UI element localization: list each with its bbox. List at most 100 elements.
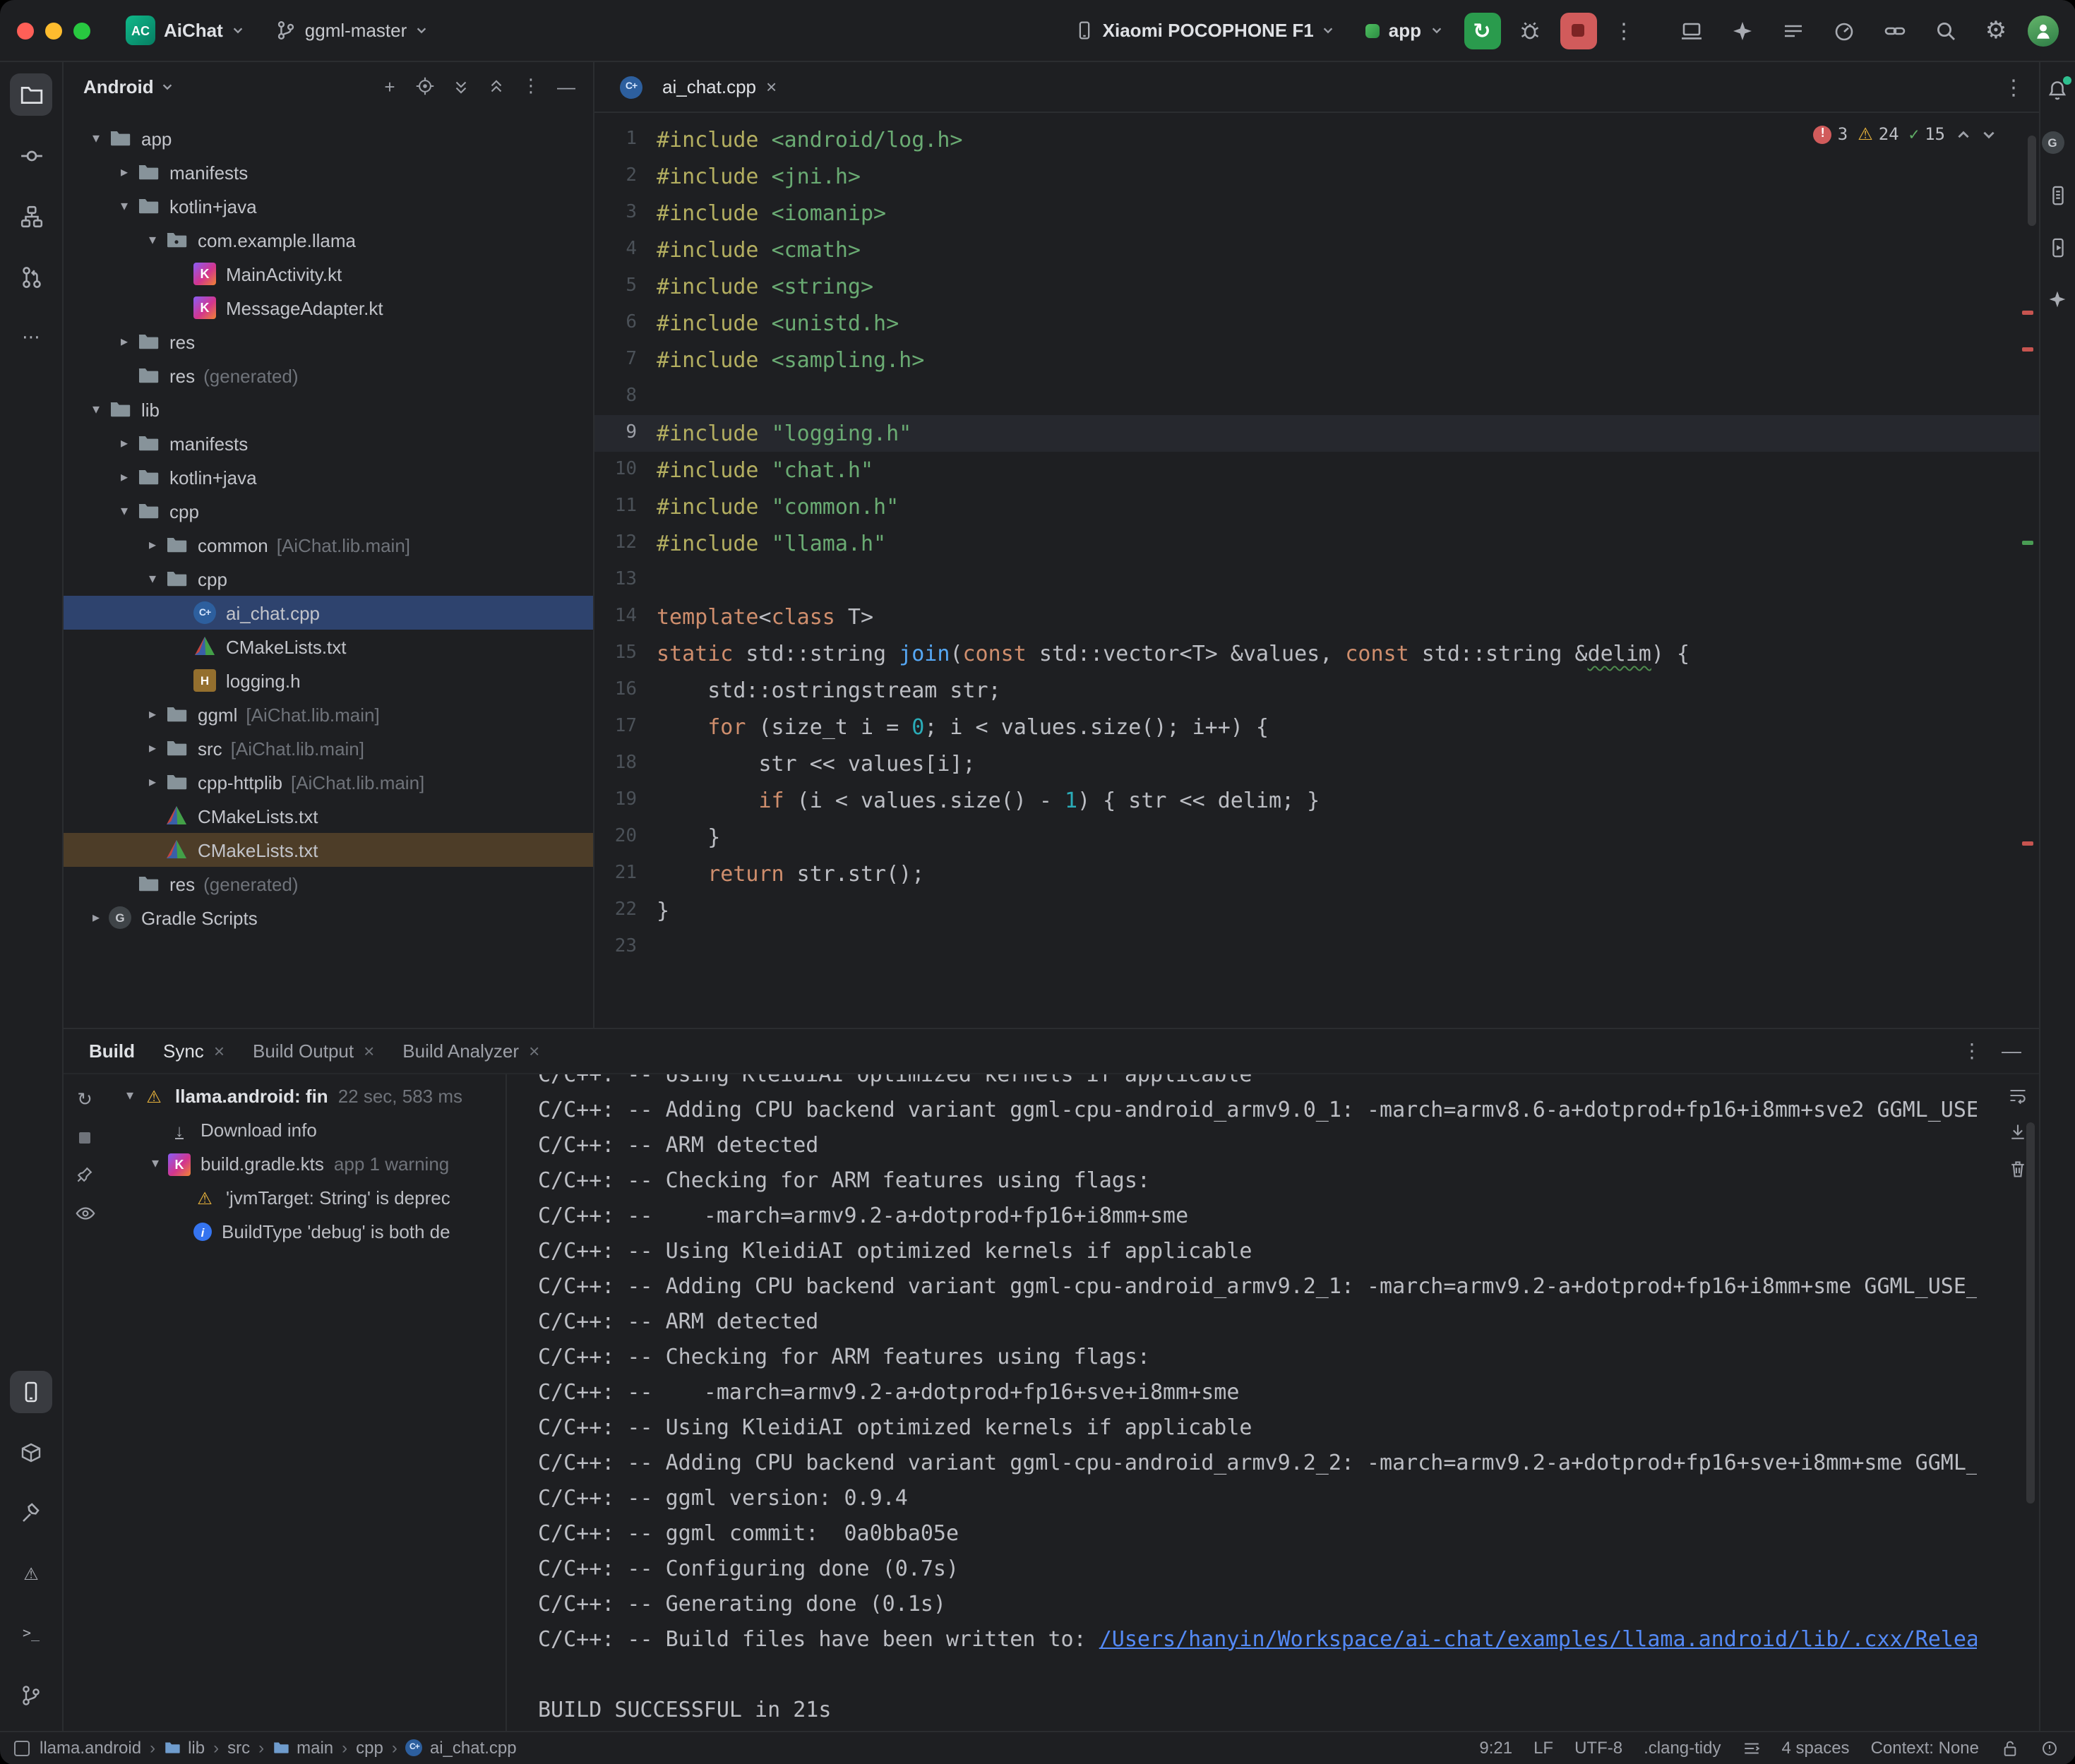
run-config-selector[interactable]: app bbox=[1356, 14, 1452, 47]
scroll-to-end-icon[interactable] bbox=[2007, 1122, 2027, 1141]
collapse-all-icon[interactable] bbox=[480, 71, 511, 102]
tree-item[interactable]: ▾cpp bbox=[64, 562, 593, 596]
more-tool-windows-icon[interactable]: ⋯ bbox=[10, 316, 52, 359]
tree-item[interactable]: CMakeLists.txt bbox=[64, 799, 593, 833]
stop-sync-icon[interactable] bbox=[76, 1129, 93, 1146]
run-more-actions-icon[interactable]: ⋮ bbox=[1608, 18, 1640, 43]
tree-item[interactable]: Hlogging.h bbox=[64, 664, 593, 697]
device-mirroring-icon[interactable] bbox=[1671, 11, 1711, 50]
breadcrumb-item[interactable]: cpp bbox=[356, 1738, 383, 1758]
editor-scrollbar[interactable] bbox=[2027, 136, 2035, 226]
chevron-down-icon[interactable]: ▾ bbox=[112, 503, 137, 519]
line-number[interactable]: 8 bbox=[594, 378, 657, 415]
code-line[interactable]: 20 } bbox=[594, 819, 2038, 856]
tab-build-output[interactable]: Build Output× bbox=[253, 1040, 374, 1061]
clear-console-icon[interactable] bbox=[2007, 1158, 2027, 1178]
line-number[interactable]: 20 bbox=[594, 819, 657, 856]
line-number[interactable]: 22 bbox=[594, 892, 657, 929]
tree-item[interactable]: res(generated) bbox=[64, 867, 593, 901]
line-number[interactable]: 2 bbox=[594, 158, 657, 195]
editor-options-icon[interactable]: ⋮ bbox=[2003, 74, 2024, 100]
notifications-icon[interactable] bbox=[2043, 76, 2071, 104]
logcat-icon[interactable] bbox=[1773, 11, 1812, 50]
hide-build-panel-icon[interactable]: — bbox=[2002, 1039, 2021, 1062]
chevron-down-icon[interactable]: ▾ bbox=[140, 571, 165, 587]
caret-position[interactable]: 9:21 bbox=[1479, 1738, 1512, 1758]
line-number[interactable]: 18 bbox=[594, 745, 657, 782]
prev-problem-icon[interactable] bbox=[1955, 126, 1971, 142]
chevron-down-icon[interactable]: ▾ bbox=[83, 402, 109, 417]
error-stripe[interactable] bbox=[2021, 311, 2033, 315]
code-line[interactable]: 15static std::string join(const std::vec… bbox=[594, 635, 2038, 672]
line-number[interactable]: 15 bbox=[594, 635, 657, 672]
sync-project-icon[interactable] bbox=[1874, 11, 1914, 50]
code-line[interactable]: 5#include <string> bbox=[594, 268, 2038, 305]
tree-item[interactable]: KMainActivity.kt bbox=[64, 257, 593, 291]
build-console[interactable]: C/C++: -- Using KleidiAI optimized kerne… bbox=[507, 1074, 2038, 1730]
locate-file-icon[interactable] bbox=[409, 71, 441, 102]
running-devices-tool-icon[interactable] bbox=[10, 1370, 52, 1412]
tree-item[interactable]: ▸GGradle Scripts bbox=[64, 901, 593, 935]
line-number[interactable]: 1 bbox=[594, 121, 657, 158]
code-line[interactable]: 16 std::ostringstream str; bbox=[594, 672, 2038, 709]
code-line[interactable]: 12#include "llama.h" bbox=[594, 525, 2038, 562]
line-number[interactable]: 5 bbox=[594, 268, 657, 305]
error-stripe[interactable] bbox=[2021, 841, 2033, 846]
code-line[interactable]: 6#include <unistd.h> bbox=[594, 305, 2038, 342]
line-number[interactable]: 23 bbox=[594, 929, 657, 966]
code-line[interactable]: 4#include <cmath> bbox=[594, 232, 2038, 268]
minimize-button[interactable] bbox=[45, 22, 62, 39]
line-number[interactable]: 21 bbox=[594, 856, 657, 892]
tree-item[interactable]: ▾kotlin+java bbox=[64, 189, 593, 223]
expand-all-icon[interactable] bbox=[445, 71, 476, 102]
breadcrumb-item[interactable]: main bbox=[273, 1738, 333, 1758]
settings-icon[interactable]: ⚙ bbox=[1976, 11, 2016, 50]
code-line[interactable]: 8 bbox=[594, 378, 2038, 415]
device-selector[interactable]: Xiaomi POCOPHONE F1 bbox=[1065, 14, 1345, 47]
chevron-right-icon[interactable]: ▸ bbox=[112, 436, 137, 451]
chevron-down-icon[interactable]: ▾ bbox=[112, 198, 137, 214]
chevron-down-icon[interactable]: ▾ bbox=[140, 232, 165, 248]
tree-item[interactable]: ▾cpp bbox=[64, 494, 593, 528]
line-number[interactable]: 10 bbox=[594, 452, 657, 488]
pin-icon[interactable] bbox=[75, 1164, 95, 1184]
emulator-icon[interactable] bbox=[2043, 233, 2071, 261]
build-tree-item[interactable]: iBuildType 'debug' is both de bbox=[106, 1215, 506, 1249]
chevron-right-icon[interactable]: ▸ bbox=[83, 910, 109, 925]
build-tree-item[interactable]: ▾⚠llama.android: fin22 sec, 583 ms bbox=[106, 1079, 506, 1113]
close-button[interactable] bbox=[17, 22, 34, 39]
build-tree-item[interactable]: ▾Kbuild.gradle.ktsapp 1 warning bbox=[106, 1147, 506, 1181]
code-line[interactable]: 19 if (i < values.size() - 1) { str << d… bbox=[594, 782, 2038, 819]
line-number[interactable]: 13 bbox=[594, 562, 657, 599]
ai-assistant-icon[interactable] bbox=[2043, 285, 2071, 313]
close-tab-icon[interactable]: × bbox=[529, 1040, 539, 1061]
tree-item[interactable]: ▸src[AiChat.lib.main] bbox=[64, 731, 593, 765]
tree-item[interactable]: ▸kotlin+java bbox=[64, 460, 593, 494]
indent-selector[interactable]: 4 spaces bbox=[1782, 1738, 1850, 1758]
chevron-right-icon[interactable]: ▸ bbox=[112, 334, 137, 349]
code-line[interactable]: 23 bbox=[594, 929, 2038, 966]
tree-item[interactable]: ▸common[AiChat.lib.main] bbox=[64, 528, 593, 562]
chevron-right-icon[interactable]: ▸ bbox=[112, 164, 137, 180]
code-line[interactable]: 17 for (size_t i = 0; i < values.size();… bbox=[594, 709, 2038, 745]
chevron-right-icon[interactable]: ▸ bbox=[140, 707, 165, 722]
error-stripe[interactable] bbox=[2021, 347, 2033, 352]
tab-sync[interactable]: Sync× bbox=[163, 1040, 225, 1061]
branch-widget[interactable]: ggml-master bbox=[265, 14, 438, 47]
build-options-icon[interactable]: ⋮ bbox=[1962, 1038, 1982, 1062]
line-number[interactable]: 3 bbox=[594, 195, 657, 232]
project-tool-icon[interactable] bbox=[10, 73, 52, 116]
chevron-down-icon[interactable]: ▾ bbox=[143, 1156, 168, 1172]
code-line[interactable]: 7#include <sampling.h> bbox=[594, 342, 2038, 378]
tree-item[interactable]: KMessageAdapter.kt bbox=[64, 291, 593, 325]
tree-item[interactable]: ▸manifests bbox=[64, 155, 593, 189]
code-line[interactable]: 11#include "common.h" bbox=[594, 488, 2038, 525]
hide-panel-icon[interactable]: — bbox=[551, 71, 582, 102]
soft-wrap-icon[interactable] bbox=[2007, 1085, 2027, 1105]
code-editor[interactable]: 1#include <android/log.h>2#include <jni.… bbox=[594, 113, 2038, 1027]
build-output-path-link[interactable]: /Users/hanyin/Workspace/ai-chat/examples… bbox=[1099, 1626, 1976, 1651]
debug-button[interactable] bbox=[1512, 12, 1548, 49]
close-tab-icon[interactable]: × bbox=[766, 76, 777, 97]
filter-icon[interactable] bbox=[74, 1202, 95, 1223]
breadcrumb-item[interactable]: C+ai_chat.cpp bbox=[406, 1738, 517, 1758]
